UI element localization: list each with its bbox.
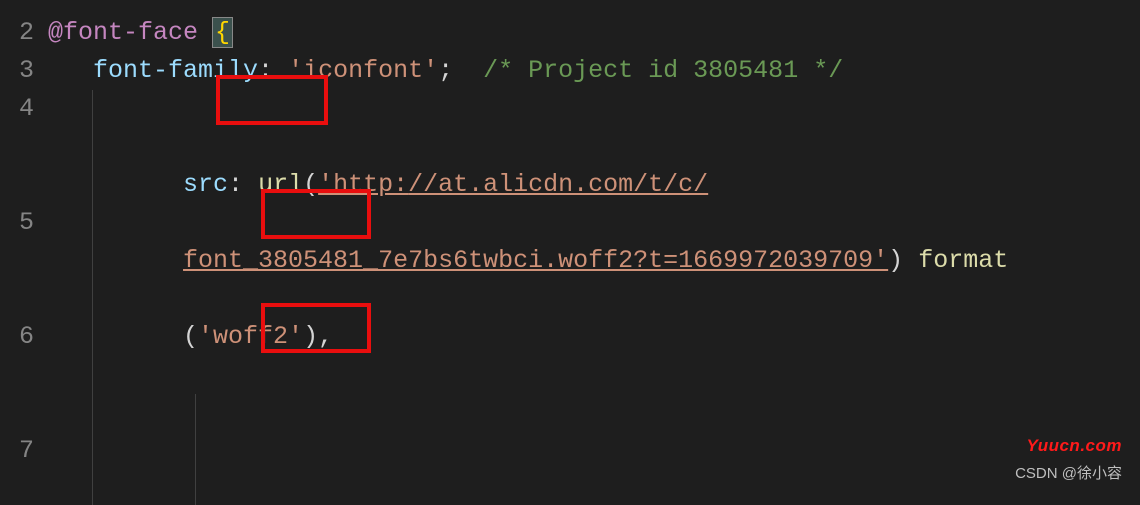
line-number: 6 xyxy=(0,318,42,432)
paren: ( xyxy=(303,170,318,199)
paren: ) xyxy=(888,246,903,275)
url-string: font_3805481_7e7bs6twbci.woff2?t=1669972… xyxy=(183,246,888,275)
semicolon: ; xyxy=(438,56,453,85)
code-line: url('http://at.alicdn.com/t/c/ font_3805… xyxy=(42,394,1140,505)
open-brace: { xyxy=(213,18,232,47)
paren: ( xyxy=(183,322,198,351)
line-number: 2 xyxy=(0,14,42,52)
line-number-gutter: 2 3 4 5 6 7 xyxy=(0,0,42,505)
code-line: @font-face { xyxy=(42,14,1140,52)
line-number: 3 xyxy=(0,52,42,90)
paren: ) xyxy=(303,322,318,351)
css-property: src xyxy=(183,170,228,199)
line-number: 5 xyxy=(0,204,42,318)
code-editor[interactable]: 2 3 4 5 6 7 @font-face { font-family: 'i… xyxy=(0,0,1140,505)
comma: , xyxy=(318,322,333,351)
code-line: src: url('http://at.alicdn.com/t/c/ font… xyxy=(42,90,1140,394)
code-line: font-family: 'iconfont'; /* Project id 3… xyxy=(42,52,1140,90)
at-rule: @font-face xyxy=(48,18,198,47)
url-string: //at.alicdn.com/t/c/ xyxy=(408,170,708,199)
line-number: 7 xyxy=(0,432,42,470)
line-number: 4 xyxy=(0,90,42,204)
colon: : xyxy=(258,56,273,85)
code-area[interactable]: @font-face { font-family: 'iconfont'; /*… xyxy=(42,0,1140,505)
url-string: 'http: xyxy=(318,170,408,199)
watermark-author: CSDN @徐小容 xyxy=(1015,455,1122,493)
string-value: 'iconfont' xyxy=(288,56,438,85)
format-function: format xyxy=(918,246,1008,275)
comment: /* Project id 3805481 */ xyxy=(483,56,843,85)
url-function: url xyxy=(258,170,303,199)
css-property: font-family xyxy=(93,56,258,85)
colon: : xyxy=(228,170,243,199)
format-value: 'woff2' xyxy=(198,322,303,351)
